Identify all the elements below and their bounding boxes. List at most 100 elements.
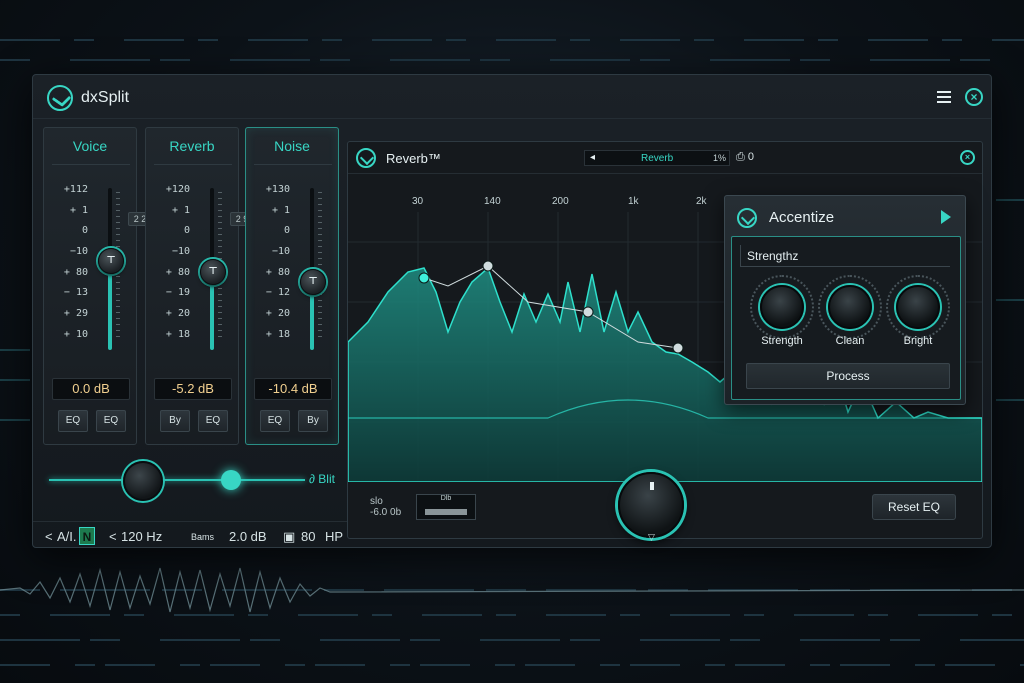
knob-label: Clean	[835, 335, 865, 347]
hamburger-icon[interactable]	[937, 91, 951, 103]
editor-footer: slo -6.0 0b Dlb ▽ Reset EQ	[348, 472, 982, 542]
master-knob[interactable]	[123, 461, 163, 501]
scale-label: + 20	[165, 308, 190, 320]
scale-label: −10	[171, 246, 190, 258]
fader-knob[interactable]: ⊤	[200, 259, 226, 286]
hp-value: 80	[301, 529, 316, 544]
scale-label: −10	[69, 246, 88, 258]
divider	[52, 164, 130, 165]
reset-eq-button[interactable]: Reset EQ	[872, 494, 956, 520]
knob-label: Strength	[761, 335, 803, 347]
fader-ticks	[318, 192, 322, 342]
strip-name[interactable]: Reverb	[146, 138, 238, 154]
master-slider-track[interactable]	[49, 479, 305, 481]
scale-label: +112	[63, 184, 88, 195]
accentize-logo-icon	[737, 208, 757, 228]
scale-label: 0	[183, 225, 190, 237]
editor-header: Reverb™ ◂ Reverb 1% ⎙ 0 ×	[348, 142, 982, 174]
scale-label: + 80	[63, 266, 88, 278]
db-scale: +120 + 1 0 −10 + 80 − 19 + 20 + 18	[152, 184, 190, 350]
gain-readout: -10.4 dB	[254, 378, 332, 400]
scale-label: + 80	[265, 266, 290, 278]
app-title: dxSplit	[81, 89, 130, 106]
eq-node	[582, 306, 594, 318]
fader-fill	[108, 260, 112, 350]
status-bar: < A/I. N < 120 Hz Bams 2.0 dB ▣ 80 HP	[33, 521, 347, 549]
eq-node	[482, 260, 494, 272]
param-field[interactable]: Strengthz	[740, 245, 950, 267]
scale-label: − 19	[165, 287, 190, 299]
editor-logo-icon	[356, 148, 376, 168]
editor-close-icon[interactable]: ×	[960, 150, 975, 165]
scale-label: + 1	[69, 204, 88, 216]
readout-bottom: -6.0 0b	[370, 507, 402, 518]
divider	[154, 164, 232, 165]
master-slider-handle[interactable]	[221, 470, 241, 490]
scale-label: + 29	[63, 308, 88, 320]
accentize-controls: Strengthz Strength Clean Bright Process	[731, 236, 961, 400]
db-scale: +112 + 1 0 −10 + 80 − 13 + 29 + 10	[50, 184, 88, 350]
accentize-panel: Accentize Strengthz Strength Clean Brigh…	[724, 195, 966, 405]
bypass-button[interactable]: By	[298, 410, 328, 432]
scale-label: + 18	[165, 328, 190, 340]
scale-label: + 80	[165, 266, 190, 278]
scale-label: +130	[265, 184, 290, 195]
close-icon[interactable]: ×	[965, 88, 983, 106]
chevron-left-icon[interactable]: <	[109, 529, 117, 544]
chevron-left-icon[interactable]: <	[45, 529, 53, 544]
divider	[254, 164, 332, 165]
strip-name[interactable]: Noise	[246, 138, 338, 154]
db-scale: +130 + 1 0 −10 + 80 − 12 + 20 + 18	[252, 184, 290, 350]
master-label[interactable]: ∂ Blit	[309, 472, 335, 486]
mode-badge[interactable]: N	[79, 527, 95, 545]
eq-button[interactable]: EQ	[198, 410, 228, 432]
scale-label: 0	[81, 225, 88, 237]
mode-label: A/I.	[57, 529, 77, 544]
save-icon[interactable]: ▣	[283, 529, 295, 545]
scale-label: −10	[271, 246, 290, 258]
param-value: 2.0 dB	[229, 529, 267, 544]
mini-meter[interactable]: Dlb	[416, 494, 476, 520]
preset-selector[interactable]: ◂ Reverb 1%	[584, 150, 730, 166]
master-bar: ∂ Blit	[49, 459, 339, 503]
link-icon: ∂	[309, 472, 315, 486]
app-logo-icon	[47, 85, 73, 111]
scale-label: + 1	[171, 204, 190, 216]
preset-name: Reverb	[641, 153, 674, 164]
scale-label: + 20	[265, 308, 290, 320]
scale-label: + 18	[265, 328, 290, 340]
param-label: Bams	[191, 532, 215, 542]
eq-button[interactable]: EQ	[260, 410, 290, 432]
strip-name[interactable]: Voice	[44, 138, 136, 154]
preset-percent: 1%	[713, 153, 727, 163]
titlebar: dxSplit ×	[33, 75, 991, 119]
scale-label: + 10	[63, 328, 88, 340]
play-icon[interactable]	[941, 210, 951, 224]
scale-label: − 13	[63, 287, 88, 299]
eq-node	[418, 272, 430, 284]
eq-button[interactable]: EQ	[96, 410, 126, 432]
strength-knob[interactable]	[760, 285, 804, 329]
editor-title: Reverb™	[386, 151, 441, 166]
accentize-title: Accentize	[769, 209, 835, 226]
lock-icon: ⎙	[736, 151, 745, 163]
freq-readout: 120 Hz	[121, 529, 163, 544]
strip-voice: Voice 2 2 +112 + 1 0 −10 + 80 − 13 + 29 …	[43, 127, 152, 445]
scale-label: + 1	[271, 204, 290, 216]
eq-button[interactable]: EQ	[58, 410, 88, 432]
scale-label: − 12	[265, 287, 290, 299]
process-button[interactable]: Process	[746, 363, 950, 389]
eq-node	[672, 342, 684, 354]
strip-noise: Noise +130 + 1 0 −10 + 80 − 12 + 20 + 18…	[245, 127, 339, 445]
scale-label: +120	[165, 184, 190, 195]
clean-knob[interactable]	[828, 285, 872, 329]
gain-readout: 0.0 dB	[52, 378, 130, 400]
prev-preset-icon[interactable]: ◂	[590, 152, 595, 163]
fader-knob[interactable]: ⊤	[300, 268, 326, 295]
bypass-button[interactable]: By	[160, 410, 190, 432]
bright-knob[interactable]	[896, 285, 940, 329]
main-knob[interactable]	[618, 472, 684, 538]
fader-knob[interactable]: ⊤	[98, 247, 124, 274]
preset-count[interactable]: ⎙ 0	[736, 151, 754, 164]
readout-top: slo	[370, 496, 383, 507]
